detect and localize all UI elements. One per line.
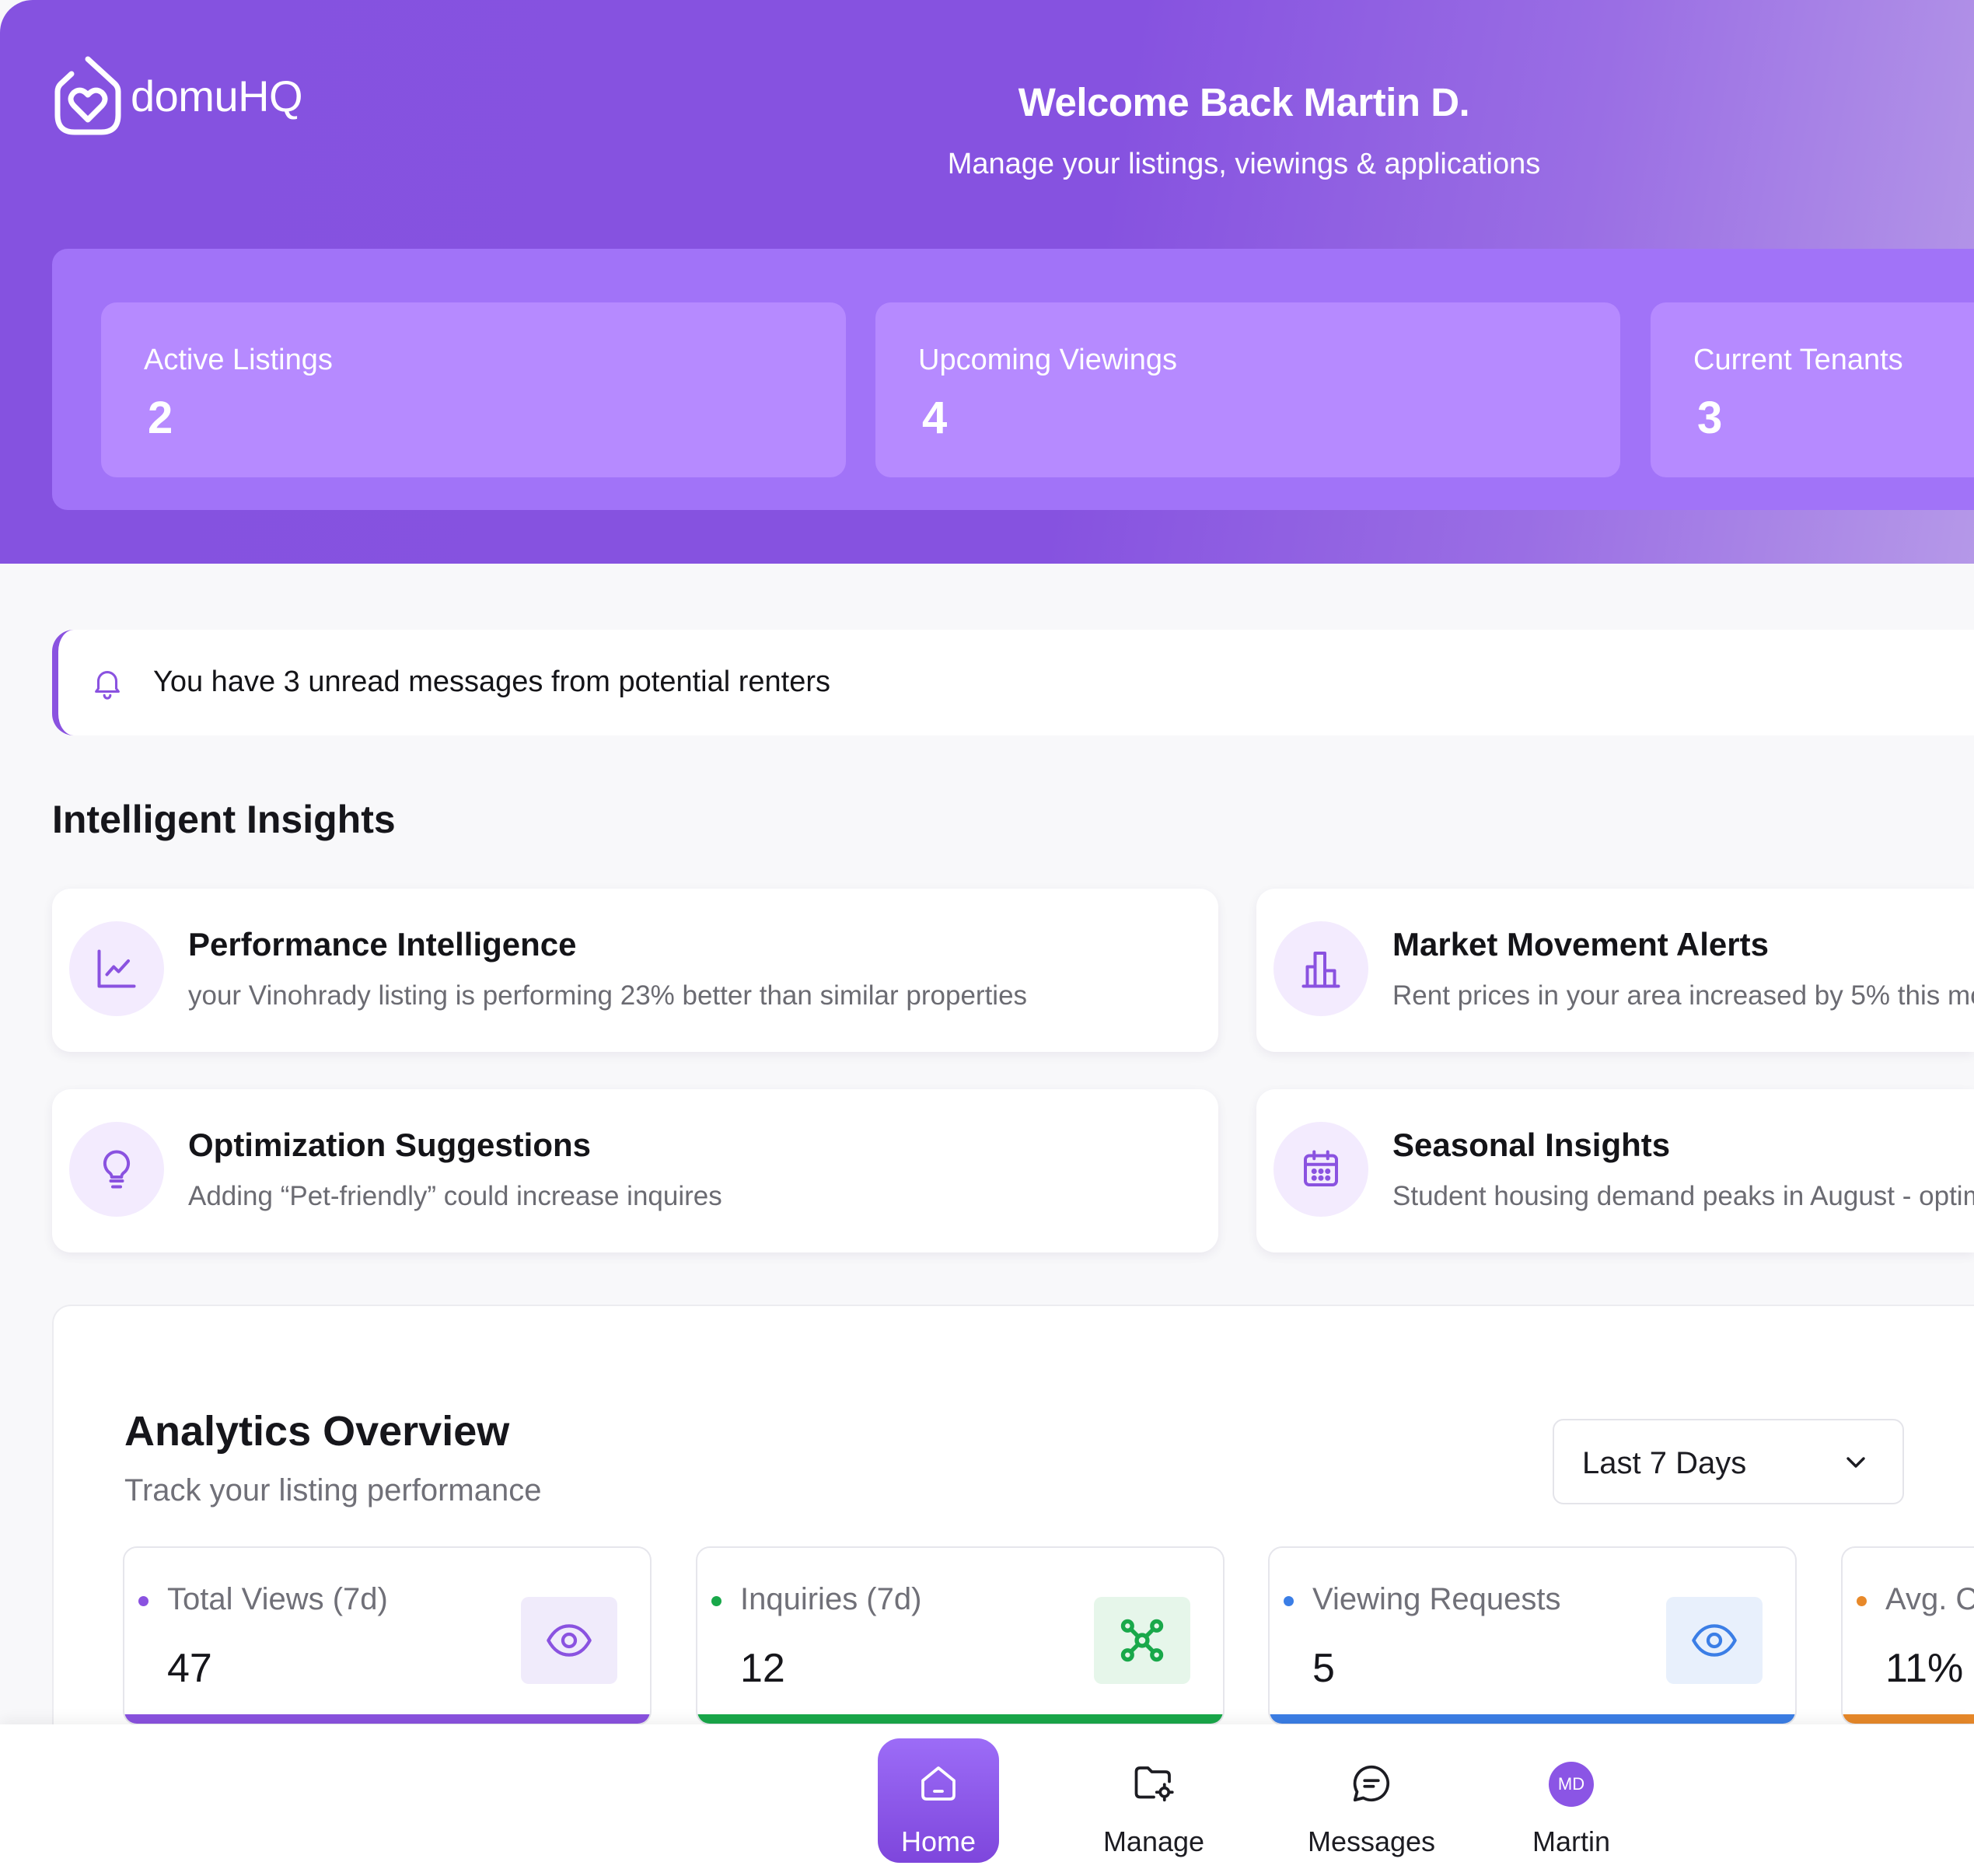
stat-label: Upcoming Viewings (918, 344, 1178, 376)
stat-card-current-tenants[interactable]: Current Tenants 3 (1651, 302, 1974, 477)
nav-manage[interactable]: Manage (1093, 1738, 1214, 1863)
house-heart-icon (54, 56, 121, 135)
calendar-icon (1304, 1150, 1338, 1186)
notification-text: You have 3 unread messages from potentia… (153, 666, 831, 698)
stat-card-active-listings[interactable]: Active Listings 2 (101, 302, 846, 477)
chevron-down-icon (1846, 1457, 1865, 1468)
bell-icon (95, 671, 120, 700)
insights-heading: Intelligent Insights (52, 798, 396, 841)
nav-label: Messages (1307, 1825, 1436, 1857)
date-range-value: Last 7 Days (1582, 1446, 1747, 1480)
stats-panel: Active Listings 2 Upcoming Viewings 4 Cu… (52, 249, 1974, 510)
insight-desc: your Vinohrady listing is performing 23%… (188, 980, 1028, 1011)
metric-dot (138, 1596, 148, 1606)
insight-card-optimization[interactable]: Optimization Suggestions Adding “Pet-fri… (52, 1089, 1218, 1252)
insight-card-market[interactable]: Market Movement Alerts Rent prices in yo… (1256, 889, 1974, 1052)
metric-accent-bar (1843, 1714, 1974, 1724)
network-icon (1120, 1619, 1164, 1662)
metric-icon-box (1094, 1597, 1190, 1684)
stat-label: Current Tenants (1693, 344, 1903, 376)
insight-title: Market Movement Alerts (1392, 926, 1769, 962)
logo[interactable]: domuHQ (53, 54, 303, 137)
metric-accent-bar (124, 1714, 650, 1724)
analytics-subtitle: Track your listing performance (124, 1473, 542, 1507)
lightbulb-icon (103, 1150, 131, 1189)
insight-icon-wrap (1273, 921, 1368, 1016)
eye-icon (547, 1624, 592, 1657)
line-chart-icon (97, 949, 136, 988)
metric-value: 5 (1312, 1646, 1335, 1691)
nav-messages[interactable]: Messages (1308, 1738, 1435, 1863)
header-banner: domuHQ Welcome Back Martin D. Manage you… (0, 0, 1974, 564)
metric-accent-bar (697, 1714, 1223, 1724)
page-title: Welcome Back Martin D. (1018, 80, 1470, 124)
message-icon (1353, 1765, 1390, 1802)
stat-value: 4 (922, 393, 948, 443)
metric-accent-bar (1270, 1714, 1795, 1724)
insight-desc: Student housing demand peaks in August -… (1392, 1181, 1974, 1211)
metric-card-inquiries[interactable]: Inquiries (7d) 12 (696, 1546, 1225, 1725)
home-icon (921, 1766, 956, 1801)
metric-card-total-views[interactable]: Total Views (7d) 47 (123, 1546, 652, 1725)
metric-dot (1284, 1596, 1294, 1606)
eye-icon (1692, 1624, 1737, 1657)
nav-label: Home (900, 1825, 977, 1857)
brand-name: domuHQ (131, 71, 303, 121)
folder-settings-icon (1134, 1766, 1174, 1802)
insight-card-performance[interactable]: Performance Intelligence your Vinohrady … (52, 889, 1218, 1052)
metric-icon-box (1666, 1597, 1763, 1684)
insight-desc: Rent prices in your area increased by 5%… (1392, 980, 1974, 1011)
page-subtitle: Manage your listings, viewings & applica… (947, 148, 1541, 180)
metric-label: Avg. C (1885, 1582, 1974, 1616)
insight-title: Seasonal Insights (1392, 1127, 1671, 1163)
insight-icon-wrap (69, 921, 164, 1016)
nav-home[interactable]: Home (878, 1738, 999, 1863)
insight-card-seasonal[interactable]: Seasonal Insights Student housing demand… (1256, 1089, 1974, 1252)
avatar: MD (1549, 1762, 1594, 1807)
analytics-title: Analytics Overview (124, 1408, 510, 1455)
metric-label: Viewing Requests (1312, 1582, 1561, 1616)
stat-value: 3 (1697, 393, 1723, 443)
stat-value: 2 (148, 393, 173, 443)
nav-profile[interactable]: MD Martin (1511, 1738, 1632, 1863)
metric-value: 11% (1885, 1646, 1964, 1691)
metric-dot (1857, 1596, 1867, 1606)
unread-messages-banner[interactable]: You have 3 unread messages from potentia… (52, 630, 1974, 735)
insight-icon-wrap (1273, 1122, 1368, 1217)
nav-label: Manage (1102, 1825, 1205, 1857)
stat-label: Active Listings (144, 344, 333, 376)
nav-label: Martin (1532, 1825, 1611, 1857)
metric-card-viewing-requests[interactable]: Viewing Requests 5 (1268, 1546, 1797, 1725)
bar-chart-icon (1301, 952, 1340, 988)
metric-dot (711, 1596, 721, 1606)
metric-value: 12 (740, 1646, 785, 1691)
insight-icon-wrap (69, 1122, 164, 1217)
metric-icon-box (521, 1597, 617, 1684)
stat-card-upcoming-viewings[interactable]: Upcoming Viewings 4 (875, 302, 1620, 477)
metric-card-avg-conversion[interactable]: Avg. C 11% (1841, 1546, 1974, 1725)
metric-value: 47 (167, 1646, 212, 1691)
insight-title: Performance Intelligence (188, 926, 577, 962)
metric-label: Inquiries (7d) (740, 1582, 922, 1616)
date-range-select[interactable]: Last 7 Days (1553, 1419, 1904, 1504)
insight-desc: Adding “Pet-friendly” could increase inq… (188, 1181, 722, 1211)
metric-label: Total Views (7d) (167, 1582, 388, 1616)
bottom-navigation: Home Manage Messages MD Martin (0, 1724, 1974, 1876)
insight-title: Optimization Suggestions (188, 1127, 592, 1163)
